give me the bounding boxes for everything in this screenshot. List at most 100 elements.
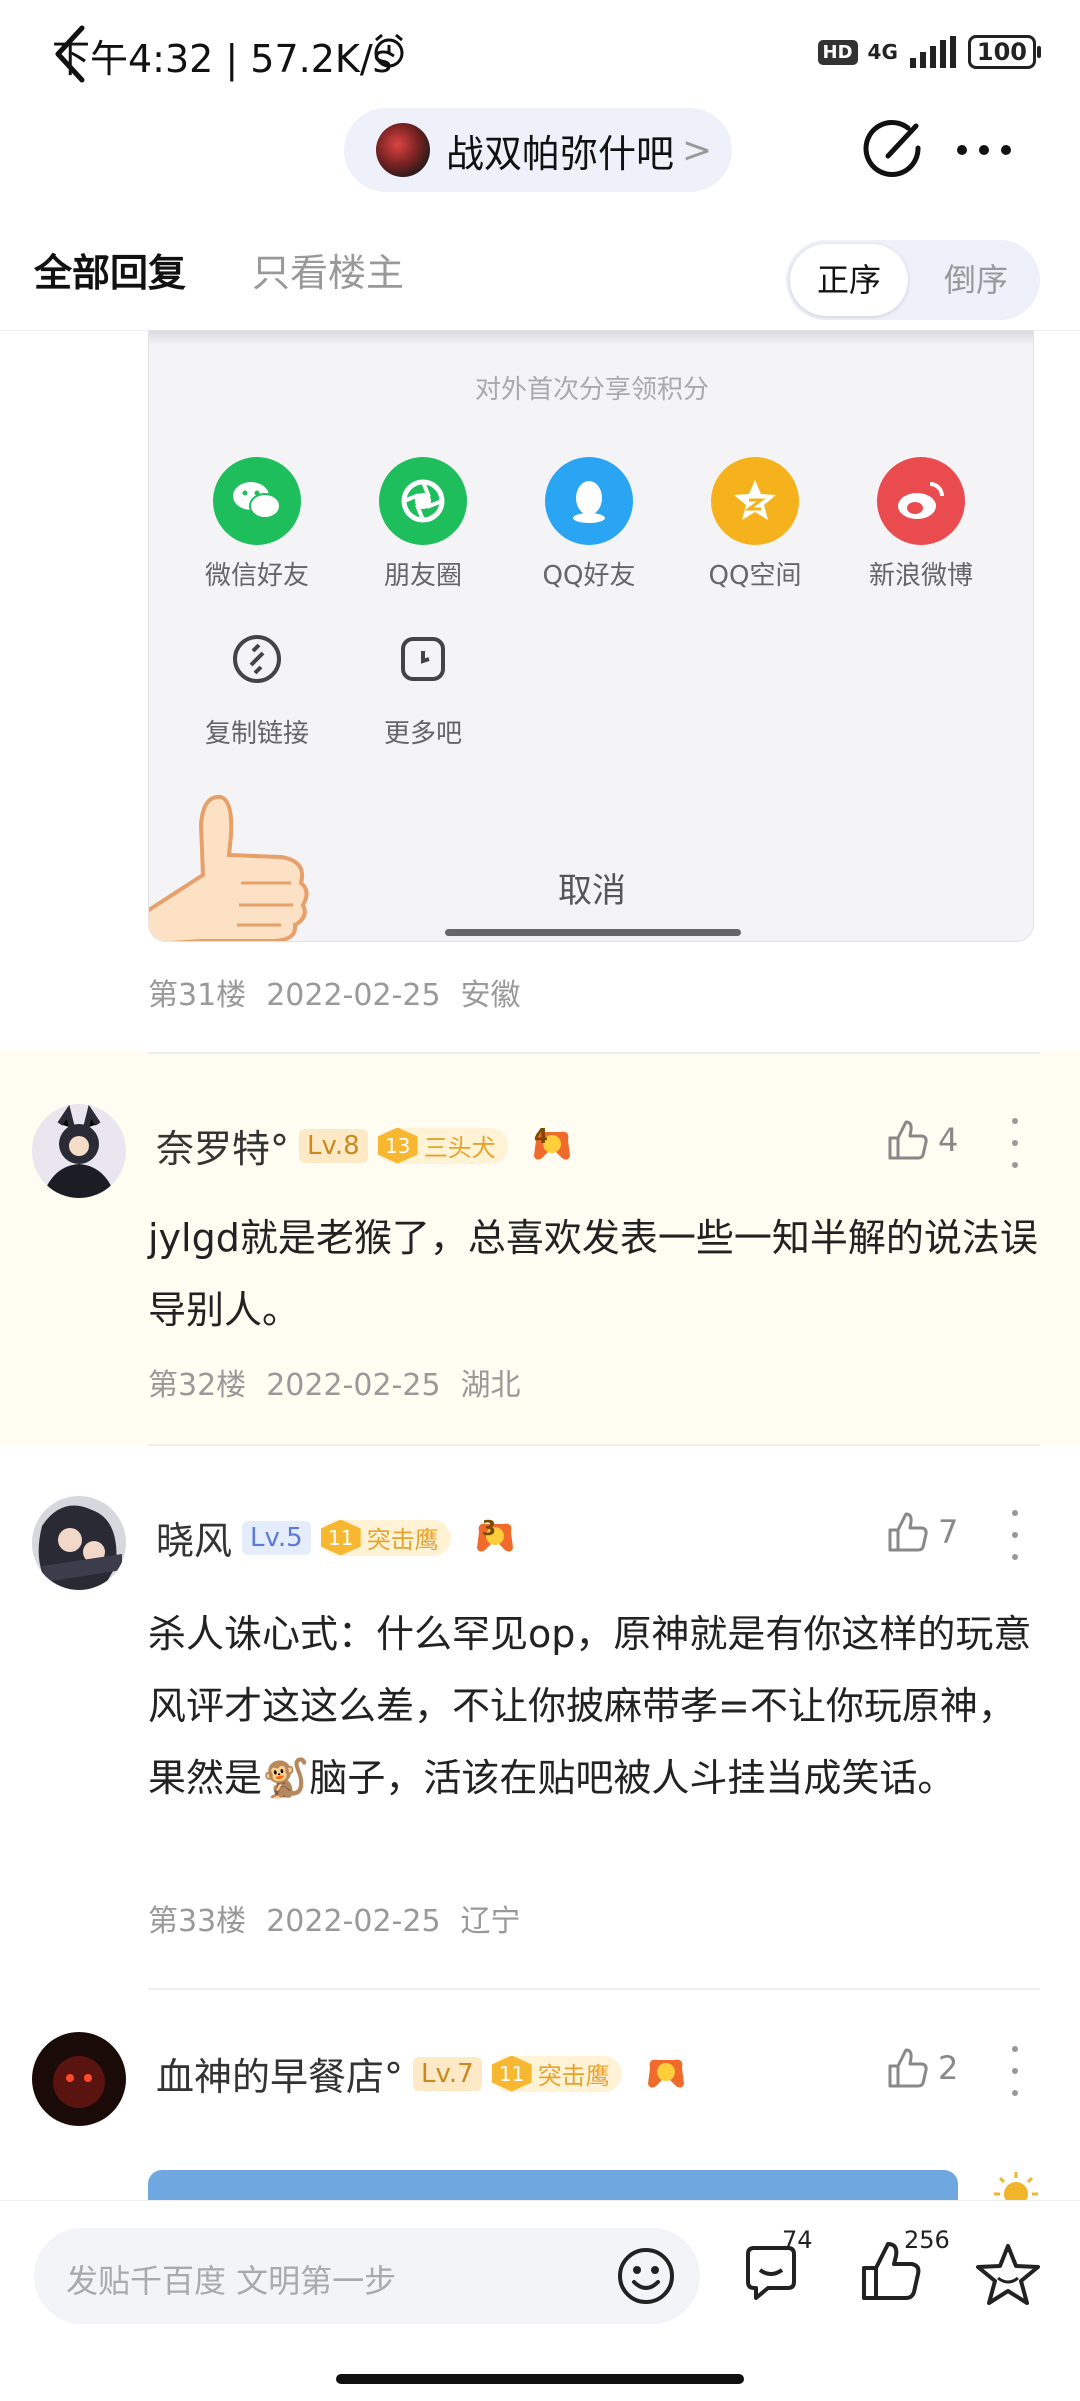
share-qzone: QQ空间 [685, 457, 825, 592]
title-badge: 11 突击鹰 [320, 1519, 451, 1556]
post-date: 2022-02-25 [266, 978, 441, 1013]
gamepad-icon [647, 2059, 684, 2088]
status-time: 下午4:32 | 57.2K/s [52, 37, 393, 81]
share-edit-icon[interactable] [858, 116, 928, 186]
badge-title: 突击鹰 [366, 1526, 439, 1554]
username[interactable]: 血神的早餐店° [156, 2046, 403, 2101]
username[interactable]: 晓风 [156, 1510, 232, 1565]
alarm-icon [374, 33, 404, 68]
post-image-partial[interactable] [148, 2170, 958, 2200]
share-label: 更多吧 [383, 719, 462, 749]
share-label: 新浪微博 [868, 561, 973, 591]
level-badge: Lv.7 [413, 2056, 482, 2091]
weibo-icon [877, 457, 965, 545]
post-location: 湖北 [460, 1368, 521, 1403]
post-author-row: 血神的早餐店° Lv.7 11 突击鹰 [156, 2046, 688, 2101]
share-label: 朋友圈 [383, 561, 462, 591]
post-divider [148, 1988, 1040, 1990]
title-badge: 11 突击鹰 [491, 2055, 622, 2092]
share-wechat: 微信好友 [187, 457, 327, 592]
forum-avatar [376, 123, 430, 177]
back-icon[interactable] [40, 18, 100, 90]
share-label: QQ空间 [708, 561, 802, 591]
floor-number: 第33楼 [148, 1904, 247, 1939]
share-copy-link: 复制链接 [187, 615, 327, 750]
share-more-forums: 更多吧 [353, 615, 493, 750]
share-label: 微信好友 [204, 561, 309, 591]
title-badge: 13 三头犬 [377, 1127, 508, 1164]
more-share-icon [379, 615, 467, 703]
post-date: 2022-02-25 [266, 1904, 441, 1939]
avatar[interactable] [32, 1104, 126, 1198]
post-author-row: 晓风 Lv.5 11 突击鹰 [156, 1510, 517, 1565]
moments-icon [379, 457, 467, 545]
badge-title: 三头犬 [423, 1134, 496, 1162]
post-content: 杀人诛心式：什么罕见op，原神就是有你这样的玩意风评才这这么差，不让你披麻带孝=… [148, 1612, 1032, 1800]
badge-number: 13 [377, 1127, 418, 1164]
order-asc-button[interactable]: 正序 [790, 244, 908, 316]
order-desc-button[interactable]: 倒序 [920, 244, 1032, 316]
status-bar: 下午4:32 | 57.2K/s HD 4G 100 [0, 0, 1080, 100]
level-badge: Lv.8 [299, 1128, 368, 1163]
comment-count: 74 [782, 2226, 813, 2254]
post-menu-icon[interactable] [1000, 2046, 1030, 2096]
like-count: 2 [938, 2049, 959, 2087]
post-content: jylgd就是老猴了，总喜欢发表一些一知半解的说法误导别人。 [148, 1216, 1038, 1332]
qq-icon [545, 457, 633, 545]
post-meta: 第32楼 2022-02-25 湖北 [148, 1360, 541, 1404]
tab-owner-only[interactable]: 只看楼主 [252, 242, 404, 297]
tab-all-replies[interactable]: 全部回复 [34, 242, 186, 297]
like-count: 7 [938, 1513, 959, 1551]
post-date: 2022-02-25 [266, 1368, 441, 1403]
post-meta: 第31楼 2022-02-25 安徽 [148, 970, 541, 1014]
more-options-icon[interactable] [948, 122, 1020, 178]
like-count: 4 [938, 1121, 959, 1159]
thumbs-up-icon [888, 1120, 928, 1160]
share-title: 对外首次分享领积分 [474, 375, 709, 405]
forum-name: 战双帕弥什吧 [446, 131, 675, 176]
avatar[interactable] [32, 2032, 126, 2126]
badge-number: 11 [491, 2055, 532, 2092]
thumbs-up-sticker [149, 794, 309, 941]
game-level: 3 [482, 1516, 496, 1540]
post-divider [148, 1052, 1040, 1054]
avatar[interactable] [32, 1496, 126, 1590]
like-button[interactable]: 7 [886, 1510, 958, 1554]
home-indicator [336, 2374, 744, 2384]
post-meta: 第33楼 2022-02-25 辽宁 [148, 1896, 541, 1940]
screenshot-home-bar [445, 929, 741, 936]
hd-badge: HD [817, 39, 858, 65]
forum-name-pill[interactable]: 战双帕弥什吧 > [344, 108, 732, 192]
game-level: 4 [534, 1124, 548, 1148]
thumbs-up-icon [888, 2048, 928, 2088]
post-author-row: 奈罗特° Lv.8 13 三头犬 [156, 1118, 574, 1173]
badge-title: 突击鹰 [537, 2062, 610, 2090]
like-button[interactable]: 4 [886, 1118, 958, 1162]
post-menu-icon[interactable] [1000, 1510, 1030, 1560]
network-type: 4G [867, 40, 898, 64]
status-right-icons: HD 4G 100 [817, 32, 1042, 72]
signal-icon [909, 36, 956, 68]
share-weibo: 新浪微博 [851, 457, 991, 592]
post-divider [148, 1444, 1040, 1446]
badge-number: 11 [320, 1519, 361, 1556]
favorite-star-icon[interactable] [972, 2240, 1044, 2312]
link-icon [213, 615, 301, 703]
wechat-icon [213, 457, 301, 545]
share-qq: QQ好友 [519, 457, 659, 592]
battery-indicator: 100 [967, 35, 1042, 69]
post-location: 辽宁 [460, 1904, 521, 1939]
thumbs-up-icon [888, 1512, 928, 1552]
post-location: 安徽 [460, 978, 521, 1013]
reply-placeholder: 发贴千百度 文明第一步 [66, 2262, 397, 2300]
chevron-right-icon: > [682, 129, 713, 171]
share-moments: 朋友圈 [353, 457, 493, 592]
qzone-icon [711, 457, 799, 545]
post-menu-icon[interactable] [1000, 1118, 1030, 1168]
username[interactable]: 奈罗特° [156, 1118, 289, 1173]
emoji-icon[interactable] [614, 2244, 678, 2308]
floor-number: 第32楼 [148, 1368, 247, 1403]
post-image-share-sheet[interactable]: 对外首次分享领积分 微信好友 朋友圈 QQ好友 QQ空间 新浪微博 复制链接 更… [148, 330, 1034, 942]
like-button[interactable]: 2 [886, 2046, 958, 2090]
share-label: 复制链接 [204, 719, 309, 749]
